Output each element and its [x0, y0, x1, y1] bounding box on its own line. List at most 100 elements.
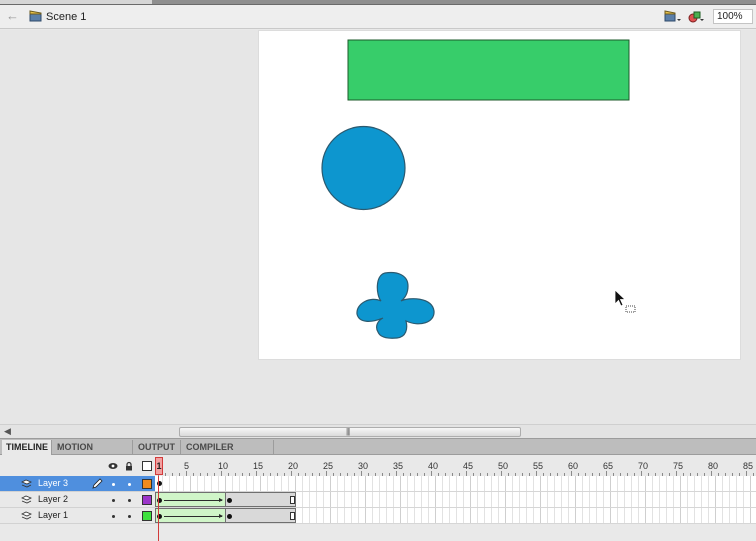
tween-arrow [164, 498, 223, 502]
frame-column [344, 476, 345, 524]
visibility-dot[interactable] [112, 499, 115, 502]
frame-column [750, 476, 751, 524]
tab-timeline[interactable]: TIMELINE [2, 440, 52, 455]
ruler-label: 55 [533, 461, 544, 471]
frame-column [456, 476, 457, 524]
outline-icon[interactable] [142, 461, 152, 471]
frame-column [449, 476, 450, 524]
lock-dot[interactable] [128, 499, 131, 502]
visibility-dot[interactable] [112, 483, 115, 486]
ruler-label: 35 [393, 461, 404, 471]
frame-column [687, 476, 688, 524]
frame-column [323, 476, 324, 524]
row-divider [155, 523, 756, 524]
layer-icon [21, 479, 32, 488]
end-frame-marker[interactable] [290, 512, 295, 520]
ruler-label: 25 [323, 461, 334, 471]
playhead-line [158, 476, 159, 541]
layer-row-layer-3[interactable]: Layer 3 [0, 476, 155, 492]
frame-column [652, 476, 653, 524]
blue-circle-shape[interactable] [321, 125, 406, 211]
frame-column [330, 476, 331, 524]
layer-icon [21, 511, 32, 520]
layer-row-layer-1[interactable]: Layer 1 [0, 508, 155, 524]
frame-column [694, 476, 695, 524]
pasteboard [0, 30, 756, 424]
flash-authoring-window: ← Scene 1 100% ◀ ||| TIMELINE MOTION OUT… [0, 0, 756, 541]
frame-column [435, 476, 436, 524]
scrollbar-thumb[interactable]: ||| [179, 427, 521, 437]
back-arrow-icon[interactable]: ← [6, 9, 20, 23]
scene-clapper-icon [29, 10, 42, 22]
grip-icon: ||| [346, 427, 350, 436]
frame-column [337, 476, 338, 524]
frame-column [722, 476, 723, 524]
stage-canvas [321, 39, 630, 339]
eye-icon[interactable] [108, 461, 118, 471]
frame-column [736, 476, 737, 524]
document-tab[interactable] [0, 0, 152, 4]
ruler-label: 50 [498, 461, 509, 471]
frame-column [393, 476, 394, 524]
frame-column [666, 476, 667, 524]
frame-column [554, 476, 555, 524]
frame-column [428, 476, 429, 524]
keyframe[interactable] [227, 498, 232, 503]
layer-name[interactable]: Layer 2 [38, 494, 68, 504]
ruler-label: 20 [288, 461, 299, 471]
end-frame-marker[interactable] [290, 496, 295, 504]
green-rectangle-shape[interactable] [347, 39, 630, 101]
timeline-panel: 5 10 15 20 25 30 35 40 45 50 55 60 65 70… [0, 455, 756, 541]
frame-column [540, 476, 541, 524]
tab-motion-editor[interactable]: MOTION EDITOR [53, 440, 133, 467]
static-frames-span[interactable] [225, 492, 296, 507]
lock-dot[interactable] [128, 483, 131, 486]
frame-column [414, 476, 415, 524]
frame-column [729, 476, 730, 524]
outline-color-swatch[interactable] [142, 495, 152, 505]
ruler-label: 40 [428, 461, 439, 471]
outline-color-swatch[interactable] [142, 511, 152, 521]
layer-name[interactable]: Layer 1 [38, 510, 68, 520]
lock-dot[interactable] [128, 515, 131, 518]
lock-icon[interactable] [124, 461, 134, 471]
frame-column [477, 476, 478, 524]
frame-column [484, 476, 485, 524]
scene-label[interactable]: Scene 1 [46, 11, 86, 23]
frame-column [701, 476, 702, 524]
zoom-field[interactable]: 100% [713, 9, 753, 24]
layer-icon [21, 495, 32, 504]
static-frames-span[interactable] [225, 508, 296, 523]
frame-column [673, 476, 674, 524]
scroll-left-icon[interactable]: ◀ [4, 426, 11, 437]
frame-column [638, 476, 639, 524]
keyframe[interactable] [227, 514, 232, 519]
tab-output[interactable]: OUTPUT [134, 440, 181, 455]
frames-grid[interactable] [155, 476, 756, 524]
blue-clover-shape[interactable] [356, 271, 435, 339]
frame-column [407, 476, 408, 524]
frame-column [680, 476, 681, 524]
layer-row-layer-2[interactable]: Layer 2 [0, 492, 155, 508]
frame-column [491, 476, 492, 524]
mouse-cursor-icon [614, 289, 636, 313]
edit-symbol-icon[interactable] [688, 9, 706, 24]
tab-compiler-errors[interactable]: COMPILER ERRORS [182, 440, 274, 467]
pencil-icon [92, 478, 103, 489]
stage-horizontal-scrollbar[interactable]: ◀ ||| [0, 424, 756, 438]
ruler-label: 75 [673, 461, 684, 471]
layer-name[interactable]: Layer 3 [38, 478, 68, 488]
frame-ruler[interactable]: 5 10 15 20 25 30 35 40 45 50 55 60 65 70… [155, 455, 756, 476]
playhead[interactable]: 1 [155, 457, 163, 475]
frame-column [631, 476, 632, 524]
frame-column [582, 476, 583, 524]
outline-color-swatch[interactable] [142, 479, 152, 489]
frame-column [610, 476, 611, 524]
edit-scene-icon[interactable] [664, 9, 682, 24]
frame-column [400, 476, 401, 524]
visibility-dot[interactable] [112, 515, 115, 518]
frame-column [358, 476, 359, 524]
frame-column [708, 476, 709, 524]
stage[interactable] [259, 31, 740, 359]
frame-column [589, 476, 590, 524]
